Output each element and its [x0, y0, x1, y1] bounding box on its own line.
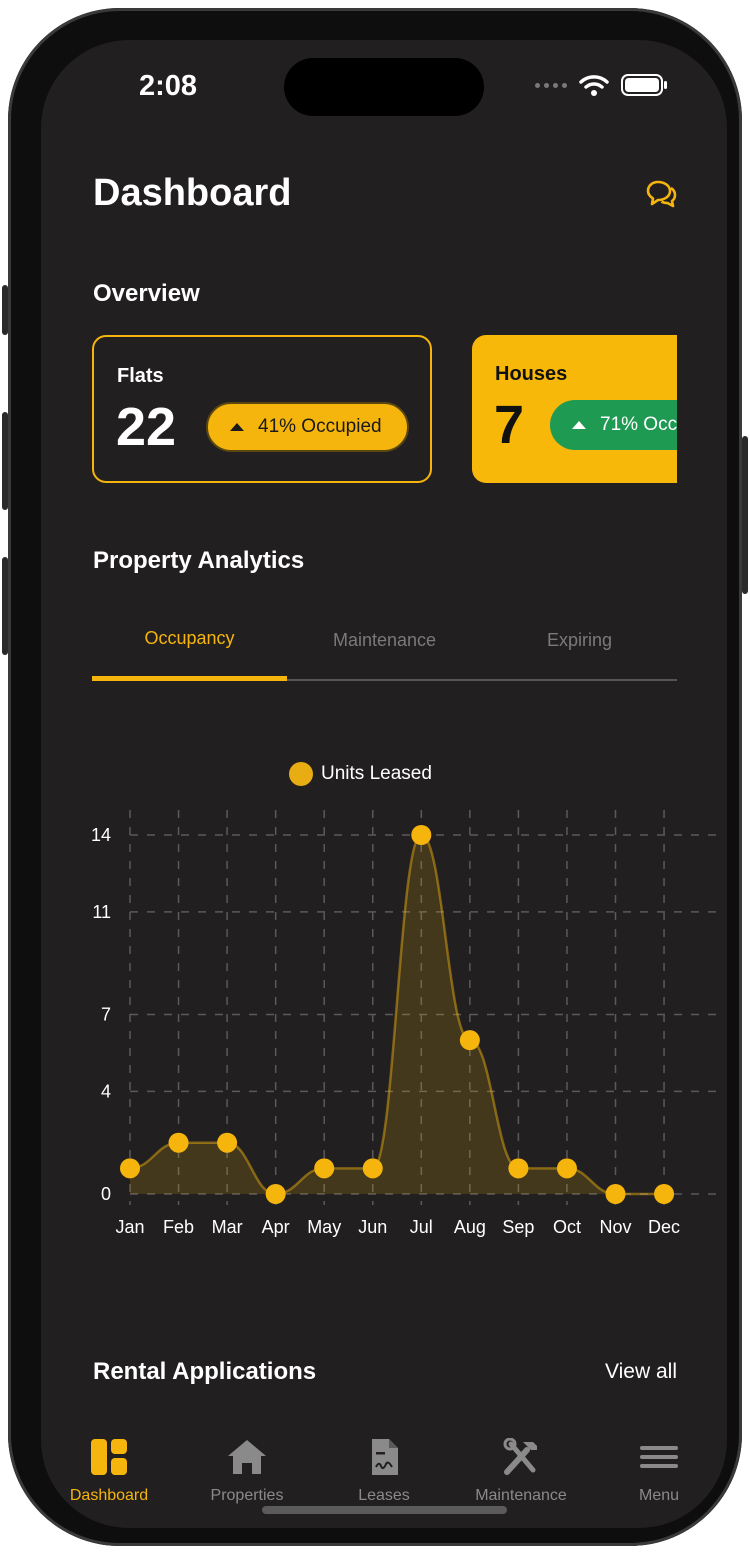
- tools-icon: [503, 1437, 537, 1475]
- y-tick-label: 14: [91, 825, 111, 845]
- tab-label: Menu: [638, 1487, 680, 1504]
- view-all-link[interactable]: View all: [605, 1360, 677, 1384]
- menu-icon: [640, 1446, 678, 1468]
- x-tick-label: Jun: [358, 1217, 387, 1237]
- data-point: [120, 1158, 140, 1179]
- x-tick-label: Mar: [212, 1217, 243, 1237]
- tab-leases[interactable]: Leases: [324, 1438, 444, 1505]
- data-point: [654, 1184, 675, 1204]
- tab-maintenance-nav[interactable]: Maintenance: [461, 1437, 581, 1505]
- home-icon: [228, 1440, 266, 1474]
- tab-label: Properties: [210, 1487, 284, 1504]
- occupancy-chart: 0 4 7 11 14 Jan Feb Mar Apr May Jun Jul Aug Sep Oct Nov…: [91, 810, 716, 1237]
- x-tick-label: Jan: [115, 1217, 144, 1237]
- data-point: [605, 1184, 626, 1204]
- data-point: [314, 1158, 335, 1179]
- x-tick-label: Oct: [553, 1217, 581, 1237]
- x-tick-label: Dec: [648, 1217, 680, 1237]
- home-indicator: [262, 1506, 507, 1514]
- x-tick-label: Nov: [599, 1217, 631, 1237]
- rental-applications-heading: Rental Applications: [93, 1358, 317, 1385]
- data-point: [508, 1158, 529, 1179]
- data-point: [217, 1132, 238, 1153]
- tab-label: Leases: [358, 1487, 410, 1504]
- x-tick-label: Apr: [262, 1217, 290, 1237]
- x-tick-label: Jul: [410, 1217, 433, 1237]
- x-tick-label: Aug: [454, 1217, 486, 1237]
- app-screen: 2:08 Dashboard Overview Flats 22 41% Occ…: [41, 40, 727, 1528]
- data-point: [459, 1030, 480, 1051]
- phone-frame: 2:08 Dashboard Overview Flats 22 41% Occ…: [8, 8, 742, 1546]
- y-tick-label: 4: [101, 1081, 111, 1101]
- tab-properties[interactable]: Properties: [187, 1438, 307, 1505]
- dashboard-icon: [91, 1439, 127, 1475]
- document-icon: [372, 1439, 398, 1475]
- y-tick-label: 7: [101, 1005, 111, 1025]
- tab-label: Dashboard: [69, 1487, 149, 1504]
- data-point: [556, 1158, 577, 1179]
- x-tick-label: Sep: [502, 1217, 534, 1237]
- power-button: [742, 436, 748, 594]
- tab-dashboard[interactable]: Dashboard: [49, 1438, 169, 1505]
- x-tick-label: Feb: [163, 1217, 194, 1237]
- data-point: [265, 1184, 286, 1204]
- y-tick-label: 11: [92, 902, 111, 922]
- y-tick-label: 0: [101, 1184, 111, 1204]
- x-tick-label: May: [307, 1217, 341, 1237]
- data-point: [168, 1132, 189, 1153]
- tab-menu[interactable]: Menu: [599, 1438, 719, 1505]
- tab-label: Maintenance: [475, 1487, 567, 1504]
- data-point: [362, 1158, 383, 1179]
- data-point: [411, 825, 432, 845]
